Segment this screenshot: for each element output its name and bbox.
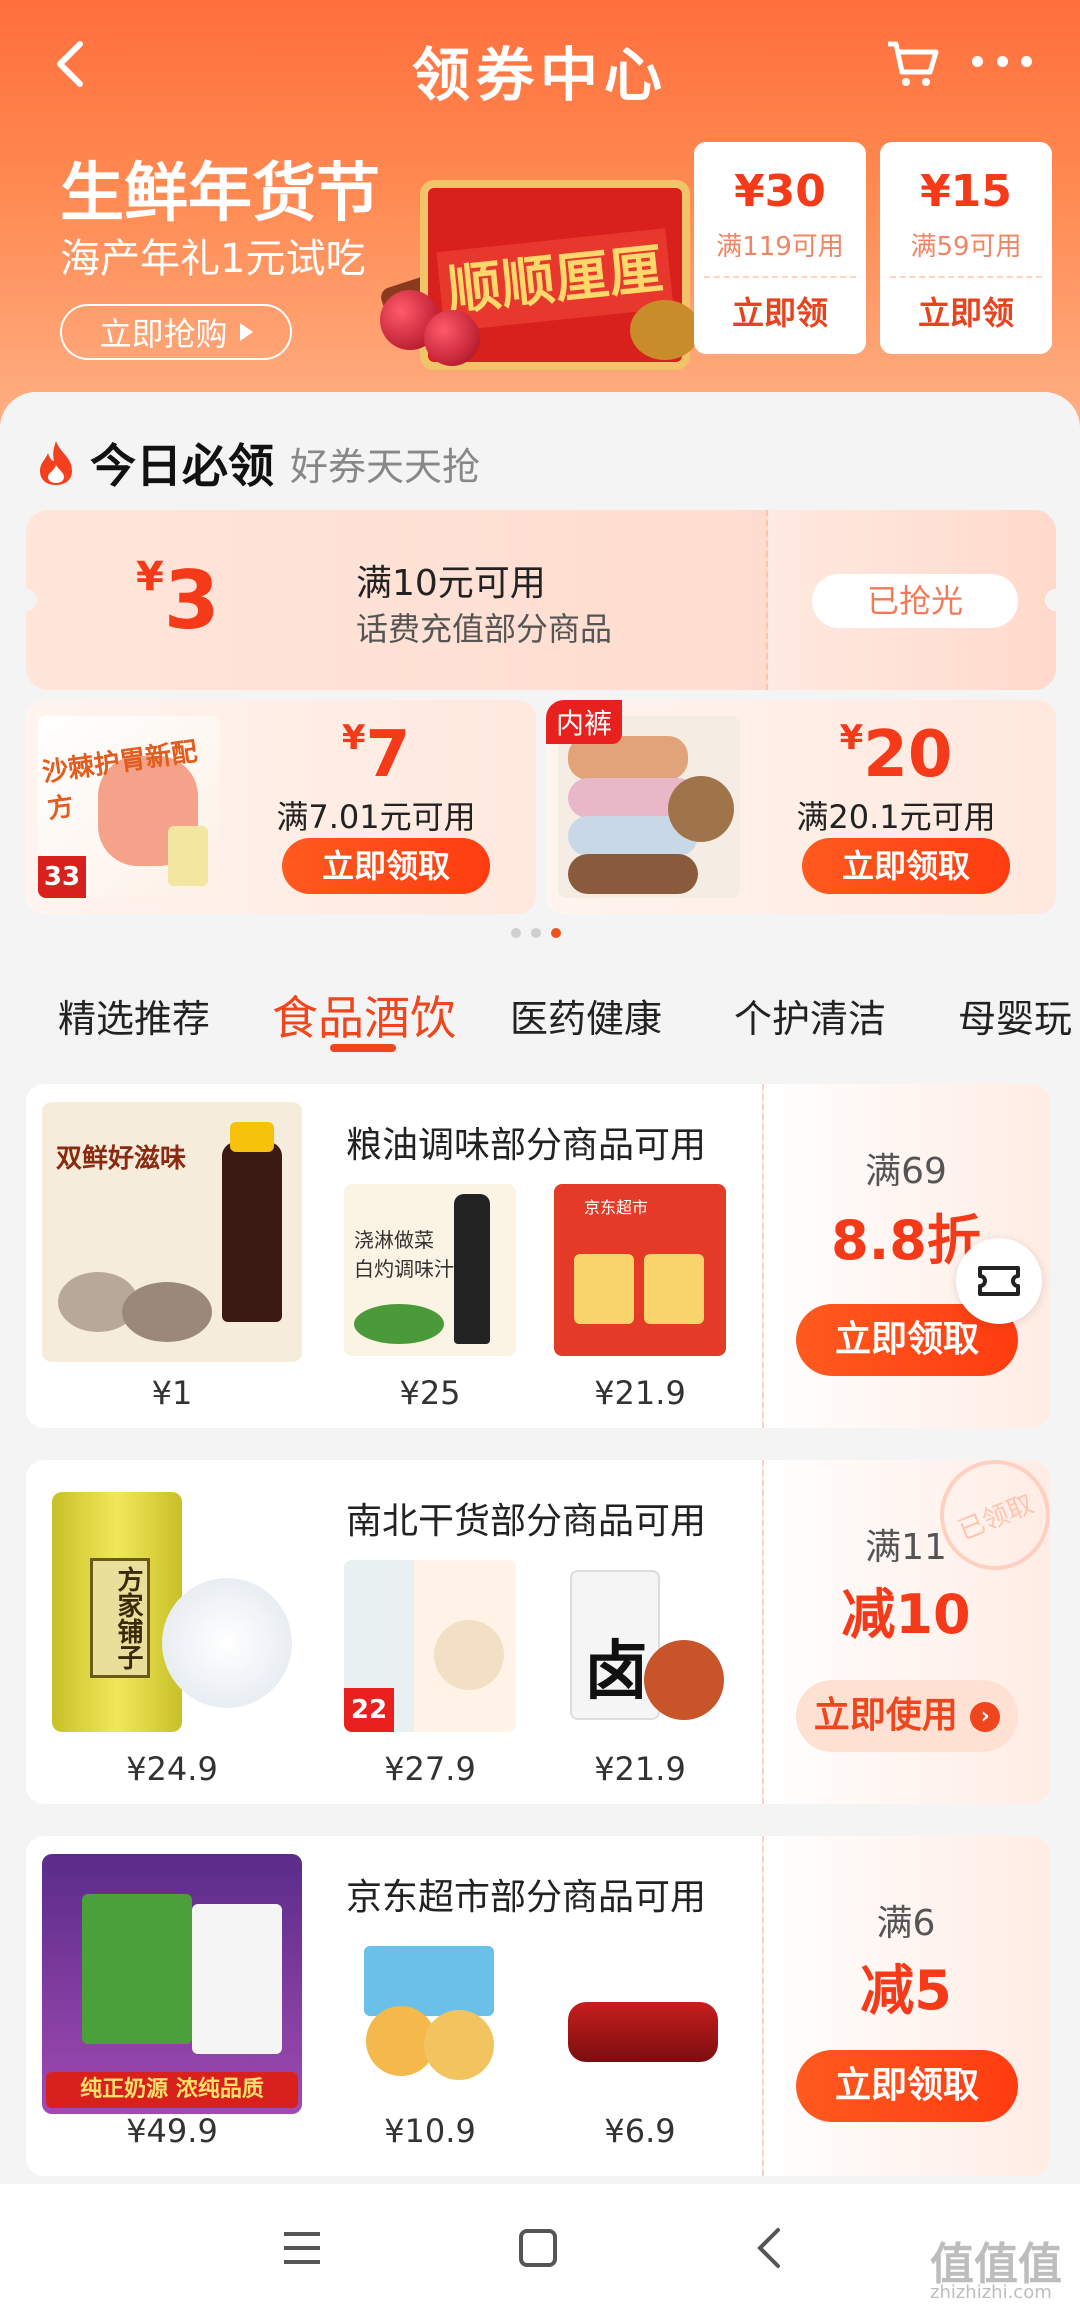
tab-medicine-health[interactable]: 医药健康 bbox=[510, 988, 662, 1043]
tab-personal-care[interactable]: 个护清洁 bbox=[734, 988, 886, 1043]
coupon-condition: 满59可用 bbox=[910, 232, 1022, 262]
product-image-text: 纯正奶源 浓纯品质 bbox=[46, 2072, 298, 2108]
home-icon[interactable] bbox=[518, 2228, 558, 2268]
product-image[interactable]: 卤 bbox=[554, 1560, 726, 1732]
banner-gift-image[interactable]: 顺顺厘厘 bbox=[378, 150, 700, 390]
phone-recharge-coupon[interactable]: ¥3 满10元可用 话费充值部分商品 已抢光 bbox=[26, 510, 1056, 690]
coupon-condition: 满20.1元可用 bbox=[796, 798, 996, 836]
arrow-right-icon: › bbox=[970, 1702, 1001, 1732]
coupon-grain-oil[interactable]: 粮油调味部分商品可用 双鲜好滋味 浇淋做菜 白灼调味汁 京东超市 ¥1 ¥25 … bbox=[26, 1084, 1050, 1428]
coupon-threshold: 满69 bbox=[865, 1151, 947, 1192]
coupon-description: 话费充值部分商品 bbox=[356, 610, 613, 648]
category-tabs: 精选推荐 食品酒饮 医药健康 个护清洁 母婴玩 bbox=[0, 980, 1080, 1060]
product-price: ¥1 bbox=[151, 1374, 193, 1412]
today-title: 今日必领 bbox=[90, 439, 274, 493]
product-image[interactable]: 22 bbox=[344, 1560, 516, 1732]
carousel-dot bbox=[531, 928, 541, 938]
carousel-dot-active bbox=[551, 928, 561, 938]
get-coupon-button[interactable]: 立即领取 bbox=[282, 838, 490, 894]
product-image-text: 浇淋做菜 白灼调味汁 bbox=[354, 1228, 454, 1281]
use-coupon-button[interactable]: 立即使用 › bbox=[796, 1680, 1018, 1752]
carousel-dot bbox=[511, 928, 521, 938]
product-image-text: 京东超市 bbox=[584, 1198, 649, 1217]
top-bar: 领券中心 bbox=[0, 0, 1080, 130]
product-image[interactable]: 双鲜好滋味 bbox=[42, 1102, 302, 1362]
product-price: ¥25 bbox=[399, 1374, 461, 1412]
product-price: ¥27.9 bbox=[384, 1750, 476, 1788]
banner-buy-button[interactable]: 立即抢购 bbox=[60, 304, 292, 360]
coupon-ticket-icon[interactable] bbox=[956, 1238, 1042, 1324]
coupon-amount: ¥15 bbox=[920, 166, 1012, 217]
product-price: ¥10.9 bbox=[384, 2112, 476, 2150]
coupon-discount: 减5 bbox=[860, 1959, 952, 2022]
get-coupon-button[interactable]: 立即领取 bbox=[802, 838, 1010, 894]
get-coupon-button[interactable]: 立即领取 bbox=[796, 2050, 1018, 2122]
product-image-price: 33 bbox=[38, 856, 86, 898]
product-image[interactable]: 京东超市 bbox=[554, 1184, 726, 1356]
carousel-indicator bbox=[511, 928, 561, 938]
sold-out-button[interactable]: 已抢光 bbox=[812, 574, 1018, 628]
get-coupon-button[interactable]: 立即领 bbox=[880, 288, 1052, 334]
product-price: ¥6.9 bbox=[604, 2112, 676, 2150]
tab-mother-baby[interactable]: 母婴玩 bbox=[958, 988, 1072, 1043]
category-tag: 内裤 bbox=[546, 700, 623, 744]
coupon-condition: 满10元可用 bbox=[356, 563, 546, 604]
coupon-title: 粮油调味部分商品可用 bbox=[346, 1125, 707, 1166]
get-coupon-button[interactable]: 立即领 bbox=[694, 288, 866, 334]
coupon-amount: ¥30 bbox=[734, 166, 826, 217]
coupon-amount: ¥7 bbox=[341, 718, 411, 792]
product-price: ¥24.9 bbox=[126, 1750, 218, 1788]
product-price: ¥21.9 bbox=[594, 1750, 686, 1788]
today-subtitle: 好券天天抢 bbox=[290, 444, 481, 489]
more-icon[interactable] bbox=[972, 56, 1032, 70]
cart-icon[interactable] bbox=[884, 38, 940, 90]
back-nav-icon[interactable] bbox=[752, 2226, 784, 2270]
product-coupon-7[interactable]: 沙棘护胃新配方 33 ¥7 满7.01元可用 立即领取 bbox=[26, 700, 536, 914]
coupon-amount: ¥3 bbox=[136, 554, 220, 647]
product-image[interactable]: 纯正奶源 浓纯品质 bbox=[42, 1854, 302, 2114]
product-image-text: 卤 bbox=[584, 1635, 648, 1709]
tab-selected-recommend[interactable]: 精选推荐 bbox=[58, 988, 210, 1043]
product-image-text: 方家铺子 bbox=[90, 1558, 150, 1678]
today-section-header: 今日必领 好券天天抢 bbox=[36, 428, 480, 498]
banner-subtitle: 海产年礼1元试吃 bbox=[60, 236, 366, 282]
product-image: 沙棘护胃新配方 33 bbox=[38, 716, 220, 898]
top-coupon-15[interactable]: ¥15 满59可用 立即领 bbox=[880, 142, 1052, 354]
product-image[interactable] bbox=[554, 1936, 726, 2108]
coupon-title: 京东超市部分商品可用 bbox=[346, 1877, 707, 1918]
coupon-jd-supermarket[interactable]: 京东超市部分商品可用 纯正奶源 浓纯品质 ¥49.9 ¥10.9 ¥6.9 满6… bbox=[26, 1836, 1050, 2176]
coupon-amount: ¥20 bbox=[839, 718, 953, 792]
coupon-dried-goods[interactable]: 南北干货部分商品可用 方家铺子 22 卤 ¥24.9 ¥27.9 ¥21.9 满… bbox=[26, 1460, 1050, 1804]
tab-food-drinks[interactable]: 食品酒饮 bbox=[272, 982, 456, 1048]
use-coupon-label: 立即使用 bbox=[813, 1695, 958, 1736]
product-image-text: 22 bbox=[344, 1688, 394, 1732]
product-image[interactable]: 浇淋做菜 白灼调味汁 bbox=[344, 1184, 516, 1356]
product-image-text: 双鲜好滋味 bbox=[56, 1144, 187, 1174]
watermark-url: zhizhizhi.com bbox=[930, 2282, 1052, 2303]
top-coupon-30[interactable]: ¥30 满119可用 立即领 bbox=[694, 142, 866, 354]
coupon-condition: 满7.01元可用 bbox=[276, 798, 476, 836]
system-navigation-bar bbox=[0, 2184, 1080, 2310]
product-image[interactable] bbox=[344, 1936, 516, 2108]
active-tab-indicator bbox=[330, 1044, 396, 1052]
product-image[interactable]: 方家铺子 bbox=[42, 1478, 302, 1738]
coupon-condition: 满119可用 bbox=[716, 232, 844, 262]
fire-icon bbox=[40, 441, 72, 485]
product-price: ¥49.9 bbox=[126, 2112, 218, 2150]
menu-icon[interactable] bbox=[282, 2230, 322, 2266]
product-price: ¥21.9 bbox=[594, 1374, 686, 1412]
coupon-threshold: 满6 bbox=[876, 1903, 936, 1944]
coupon-title: 南北干货部分商品可用 bbox=[346, 1501, 707, 1542]
play-triangle-icon bbox=[239, 323, 253, 341]
banner-title[interactable]: 生鲜年货节 bbox=[60, 142, 380, 234]
product-coupon-20[interactable]: 内裤 ¥20 满20.1元可用 立即领取 bbox=[546, 700, 1056, 914]
coupon-discount: 减10 bbox=[841, 1583, 971, 1646]
banner-button-label: 立即抢购 bbox=[99, 315, 228, 353]
